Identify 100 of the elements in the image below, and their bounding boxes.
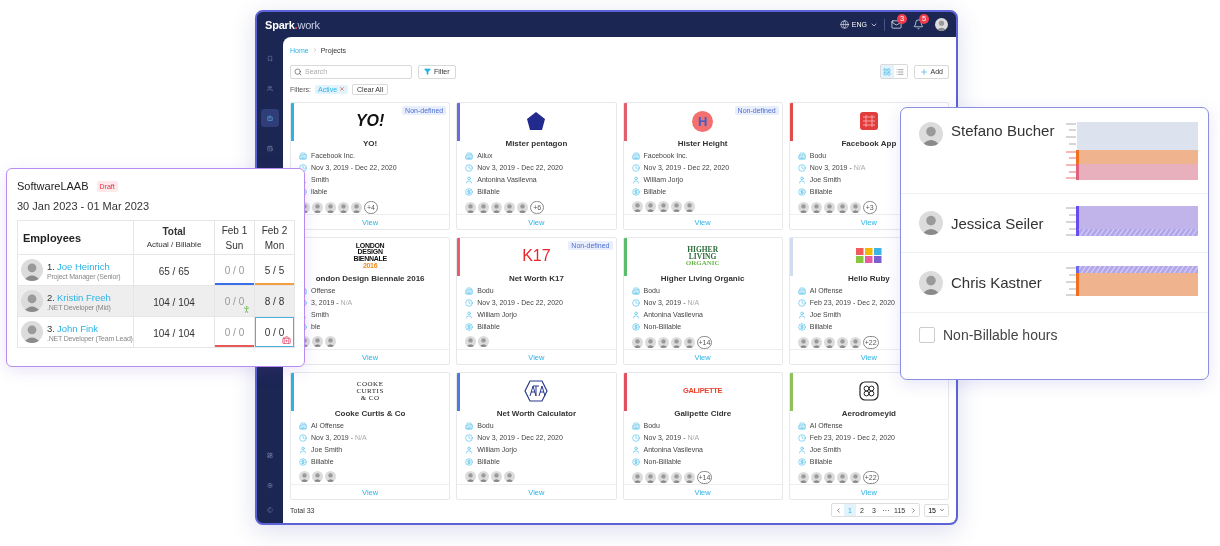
avatar — [836, 337, 848, 348]
building-icon — [631, 151, 640, 160]
hexagon-logo — [524, 380, 549, 402]
building-icon — [631, 286, 640, 295]
building-icon — [299, 421, 307, 430]
dollar-icon — [797, 187, 806, 196]
avatar — [670, 201, 682, 212]
employee-link[interactable]: John Fink — [56, 322, 99, 334]
clock-icon — [299, 433, 307, 442]
person-icon — [631, 310, 640, 319]
employee-link[interactable]: Kristin Freeh — [56, 291, 111, 303]
logo: YO! — [355, 113, 385, 129]
hours-value: 0 / 0 — [224, 326, 245, 338]
dollar-icon — [465, 187, 474, 196]
avatar — [465, 336, 477, 347]
building-icon — [797, 151, 806, 160]
project-title: Facebook App — [840, 139, 898, 148]
person-icon — [797, 175, 806, 184]
avatar — [351, 202, 362, 213]
medical-kit-icon — [282, 336, 291, 345]
avatar — [504, 471, 516, 482]
avatar — [797, 337, 809, 348]
clock-icon — [797, 163, 806, 172]
dollar-icon — [465, 457, 474, 466]
building-icon — [631, 421, 640, 430]
person-icon — [631, 175, 640, 184]
avatar — [644, 201, 656, 212]
avatar — [325, 471, 336, 482]
briefcase-icon — [267, 112, 273, 124]
avatar — [325, 202, 336, 213]
dollar-icon — [299, 457, 307, 466]
day-cell[interactable]: 8 / 8 — [255, 286, 294, 316]
avatar — [849, 472, 861, 483]
day-cell[interactable]: 0 / 0 — [215, 255, 254, 285]
plus-icon — [919, 67, 928, 76]
list-icon — [896, 67, 905, 76]
day-cell[interactable]: 0 / 0 — [255, 317, 294, 347]
avatar — [21, 321, 43, 343]
row-number: 2. — [47, 291, 55, 303]
avatar — [797, 472, 809, 483]
stamp-logo — [858, 111, 879, 131]
brand-logo: Spark.work — [265, 18, 320, 31]
avatar — [478, 202, 490, 213]
avatar — [823, 337, 835, 348]
employee-link[interactable]: Joe Heinrich — [56, 260, 110, 272]
total-hours: 65 / 65 — [158, 266, 190, 277]
avatar — [670, 337, 682, 348]
close-icon — [339, 86, 346, 92]
day-cell[interactable]: 5 / 5 — [255, 255, 294, 285]
bell-icon — [913, 19, 924, 30]
avatar — [325, 336, 336, 347]
building-icon — [465, 286, 474, 295]
row-number: 1. — [47, 260, 55, 272]
avatar — [849, 202, 861, 213]
avatar — [631, 337, 643, 348]
clock-icon — [465, 298, 474, 307]
grid-view-button[interactable] — [880, 65, 894, 78]
grid-icon — [883, 67, 892, 76]
project-name: SoftwareLAAB — [17, 180, 89, 192]
avatar — [849, 337, 861, 348]
building-icon — [465, 421, 474, 430]
chevron-right-icon — [311, 47, 318, 53]
avatar — [312, 202, 323, 213]
rounded-square-logo — [858, 381, 879, 401]
day-cell[interactable]: 0 / 0 — [215, 286, 254, 316]
pentagon-logo — [526, 111, 547, 131]
checkbox[interactable] — [919, 327, 935, 343]
avatar — [299, 471, 310, 482]
column-header: Total — [161, 225, 187, 239]
avatar — [504, 202, 516, 213]
day-cell[interactable]: 0 / 0 — [215, 317, 254, 347]
clock-icon — [797, 298, 806, 307]
avatar — [312, 471, 323, 482]
weekday: Mon — [263, 238, 286, 253]
avatar — [312, 336, 323, 347]
clock-icon — [465, 163, 474, 172]
project-title: Higher Living Organic — [659, 274, 746, 283]
day-date: Feb 2 — [260, 223, 289, 238]
logo: K17 — [522, 248, 551, 264]
avatar — [797, 202, 809, 213]
dollar-icon — [465, 322, 474, 331]
logo: H — [692, 110, 714, 132]
building-icon — [797, 421, 806, 430]
total-hours: 104 / 104 — [153, 297, 195, 308]
clock-icon — [299, 163, 307, 172]
building-icon — [299, 151, 307, 160]
date-range: 30 Jan 2023 - 01 Mar 2023 — [17, 200, 151, 212]
remove-filter-button[interactable] — [339, 86, 346, 92]
non-billable-option[interactable]: Non-Billable hours — [901, 313, 1208, 357]
avatar — [836, 202, 848, 213]
person-name: Jessica Seiler — [951, 214, 1045, 232]
avatar — [919, 270, 943, 295]
person-icon — [631, 445, 640, 454]
sidebar-item[interactable] — [261, 109, 279, 127]
clock-icon — [631, 298, 640, 307]
project-title: ondon Design Biennale 2016 — [314, 274, 426, 283]
avatar — [338, 202, 349, 213]
project-title: Mister pentagon — [504, 139, 569, 148]
clock-icon — [465, 433, 474, 442]
avatar — [670, 472, 682, 483]
